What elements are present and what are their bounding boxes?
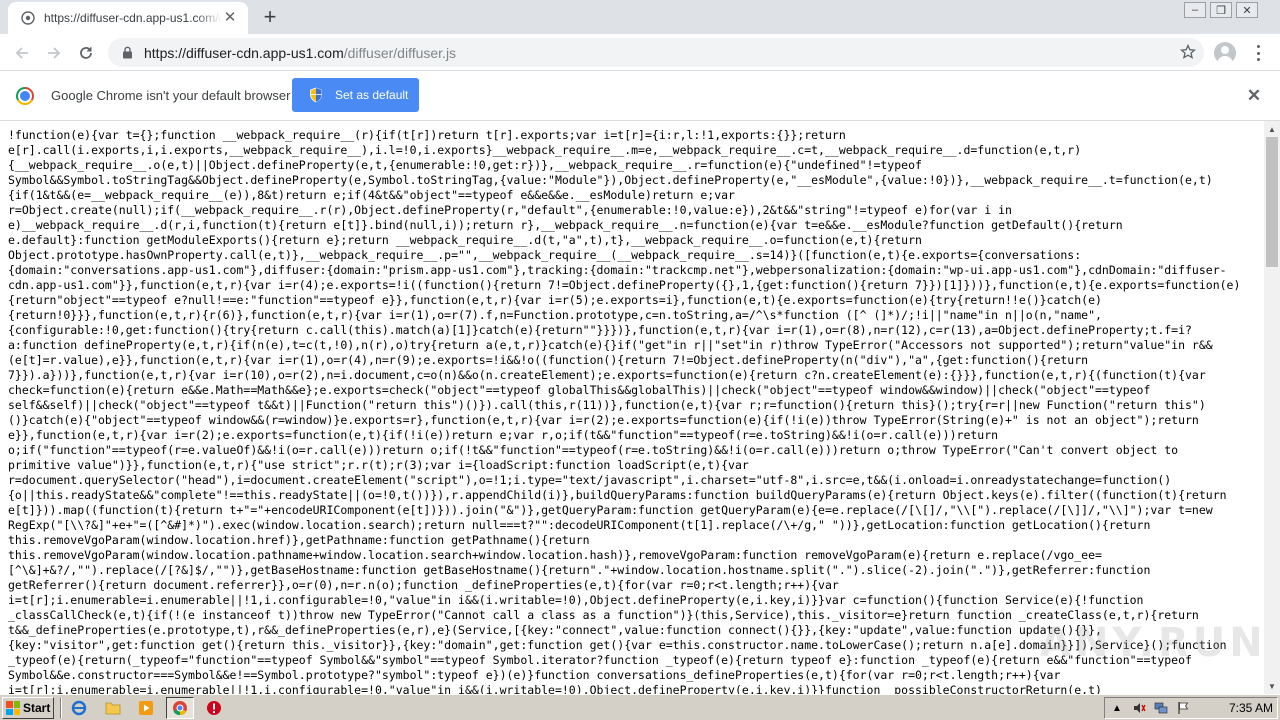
code-line: [^\&]+&?/,"").replace(/[?&]$/,"")},getBa… [8,563,1151,577]
code-line: 7}}).a}))},function(e,t,r){var i=r(10),o… [8,368,1206,382]
uac-shield-icon [309,87,323,103]
globe-icon [20,10,36,26]
chrome-logo-icon [16,87,34,105]
code-line: Symbol&&Symbol.toStringTag&&Object.defin… [8,173,1213,187]
start-button[interactable]: Start [2,697,54,719]
windows-logo-icon [6,701,20,715]
minimize-window-button[interactable]: – [1184,2,1206,18]
code-line: e[t]})).map((function(t){return t+"="+en… [8,503,1213,517]
code-line: e}},function(e,t,r){var i=r(2);e.exports… [8,428,999,442]
menu-kebab-icon[interactable] [1250,43,1266,63]
arrow-left-icon [15,47,28,59]
forward-button[interactable] [40,39,68,67]
scroll-up-arrow-icon[interactable]: ▲ [1264,121,1280,137]
volume-muted-icon[interactable] [1131,700,1147,716]
code-line: !function(e){var t={};function __webpack… [8,128,846,142]
close-window-button[interactable]: ✕ [1236,2,1258,18]
back-button[interactable] [8,39,36,67]
scrollbar-thumb[interactable] [1266,137,1278,267]
code-line: {__webpack_require__.o(e,t)||Object.defi… [8,158,922,172]
code-line: this.removeVgoParam(window.location.path… [8,548,1102,562]
windows-taskbar: Start ▲ 7:35 AM [0,694,1280,720]
tab-strip: https://diffuser-cdn.app-us1.com/diffuse… [0,0,1280,34]
code-line: {o||this.readyState&&"complete"!==this.r… [8,488,1227,502]
anyrun-watermark: ANY.RUN [1040,620,1267,666]
start-label: Start [23,701,51,715]
code-line: e.default}:function getModuleExports(){r… [8,233,922,247]
code-line: o;if("function"==typeof(r=e.valueOf)&&!i… [8,443,1179,457]
reload-button[interactable] [72,39,100,67]
code-line: {return"object"==typeof e?null!==e:"func… [8,293,1102,307]
url-host: https://diffuser-cdn.app-us1.com [144,44,344,61]
address-bar[interactable]: https://diffuser-cdn.app-us1.com/diffuse… [108,38,1204,67]
lock-icon[interactable] [120,46,134,60]
scroll-down-arrow-icon[interactable]: ▼ [1264,678,1280,694]
code-line: getReferrer(){return document.referrer}}… [8,578,839,592]
tab-diffuser-js[interactable]: https://diffuser-cdn.app-us1.com/diffuse… [8,2,248,34]
internet-explorer-icon[interactable] [69,699,89,717]
code-line: i=t[r];i.enumerable=i.enumerable||!1,i.c… [8,593,1144,607]
taskbar-clock: 7:35 AM [1228,701,1273,715]
javascript-source-text: !function(e){var t={};function __webpack… [8,128,1260,694]
code-line: r=Object.create(null);if(__webpack_requi… [8,203,1012,217]
code-line: e)__webpack_require__.d(r,i,function(t){… [8,218,1123,232]
page-content[interactable]: !function(e){var t={};function __webpack… [0,121,1264,694]
network-icon[interactable] [1153,700,1169,716]
code-line: self&&self)||check("object"==typeof t&&t… [8,398,1206,412]
file-explorer-icon[interactable] [103,699,123,717]
browser-toolbar: https://diffuser-cdn.app-us1.com/diffuse… [0,34,1280,71]
stop-sign-icon[interactable] [204,699,224,717]
restore-window-button[interactable]: ❐ [1210,2,1232,18]
tray-expand-icon[interactable]: ▲ [1109,700,1125,716]
tab-title: https://diffuser-cdn.app-us1.com/diffuse… [44,11,222,25]
code-line: {return!0}}},function(e,t,r){r(6)},funct… [8,308,1102,322]
code-line: r=document.querySelector("head"),i=docum… [8,473,1172,487]
code-line: {configurable:!0,get:function(){try{retu… [8,323,1192,337]
set-as-default-button[interactable]: Set as default [292,78,419,112]
tab-close-icon[interactable]: ✕ [222,10,238,26]
action-center-flag-icon[interactable] [1175,700,1191,716]
code-line: (e[t]=r.value),e}},function(e,t,r){var i… [8,353,1089,367]
code-line: a:function defineProperty(e,t,r){if(n(e)… [8,338,1213,352]
code-line: {domain:"conversations.app-us1.com"},dif… [8,263,1227,277]
code-line: e[r].call(i.exports,i,i.exports,__webpac… [8,143,1082,157]
code-line: i=t[r];i.enumerable=i.enumerable||!1,i.c… [8,683,1102,694]
default-browser-infobar: Google Chrome isn't your default browser… [0,71,1280,121]
url-path: /diffuser/diffuser.js [343,44,457,61]
code-line: {if(1&t&&(e=__webpack_require__(e)),8&t)… [8,188,735,202]
url-text: https://diffuser-cdn.app-us1.com/diffuse… [144,45,456,61]
profile-avatar-icon[interactable] [1214,42,1236,64]
code-line: cdn.app-us1.com"}},function(e,t,r){var i… [8,278,1241,292]
media-player-icon[interactable] [136,699,156,717]
code-line: RegExp("[\\?&]"+e+"=([^&#]*)").exec(wind… [8,518,1151,532]
reload-icon [80,47,92,59]
chrome-taskbar-icon[interactable] [170,699,190,717]
vertical-scrollbar[interactable]: ▲ ▼ [1264,121,1280,694]
arrow-right-icon [48,47,61,59]
infobar-message: Google Chrome isn't your default browser [51,88,291,103]
set-as-default-label: Set as default [335,88,409,102]
code-line: Symbol&&e.constructor===Symbol&&e!==Symb… [8,668,1061,682]
taskbar-separator [60,698,62,718]
code-line: Object.prototype.hasOwnProperty.call(e,t… [8,248,1082,262]
system-tray: ▲ 7:35 AM [1104,697,1278,719]
new-tab-button[interactable]: + [258,6,282,30]
code-line: primitive value")}},function(e,t,r){"use… [8,458,749,472]
code-line: this.removeVgoParam(window.location.href… [8,533,590,547]
bookmark-star-icon[interactable] [1180,44,1196,60]
code-line: check=function(e){return e&&e.Math==Math… [8,383,1151,397]
infobar-close-icon[interactable]: ✕ [1246,87,1262,104]
code-line: ()}catch(e){"object"==typeof window&&(r=… [8,413,1199,427]
